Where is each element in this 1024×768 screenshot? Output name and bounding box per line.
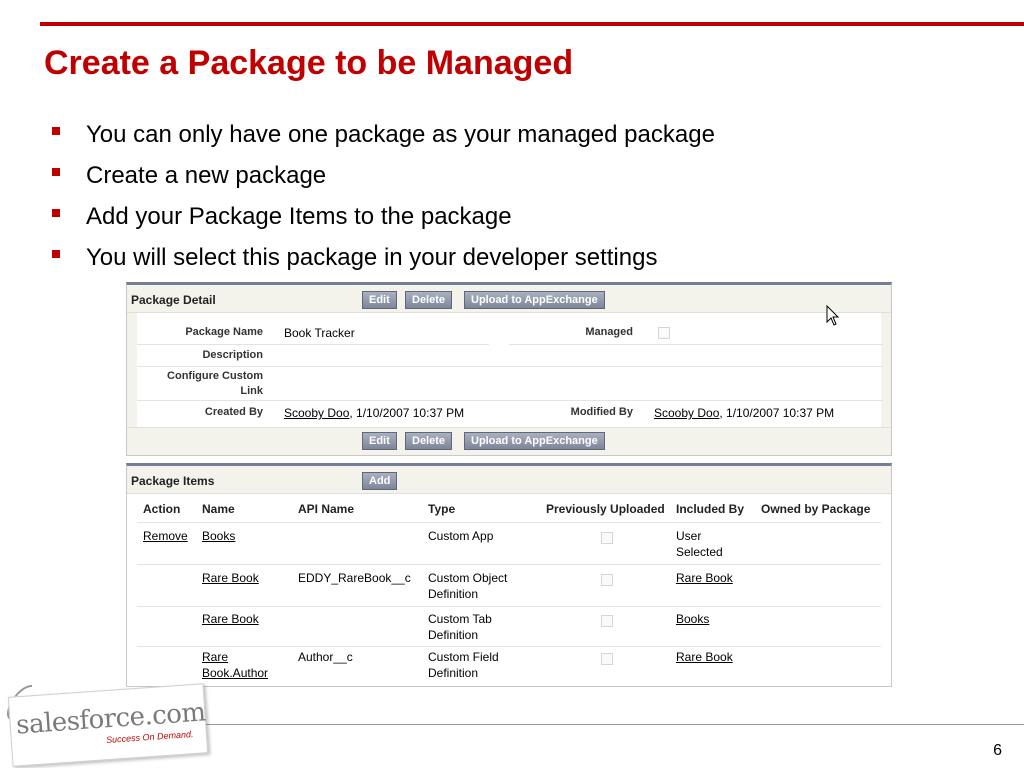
item-name-link[interactable]: Rare Book.Author <box>202 649 268 681</box>
row-divider <box>137 344 489 345</box>
item-type: Custom App <box>428 529 494 543</box>
description-label: Description <box>202 349 263 361</box>
created-by-user-link[interactable]: Scooby Doo <box>284 406 349 420</box>
upload-to-appexchange-button[interactable]: Upload to AppExchange <box>464 291 605 309</box>
previously-uploaded-checkbox <box>601 615 613 627</box>
delete-button-bottom[interactable]: Delete <box>405 432 453 450</box>
item-type: Custom Field Definition <box>428 650 499 680</box>
bullet-item: Add your Package Items to the package <box>48 196 715 237</box>
mouse-cursor-icon <box>826 305 840 326</box>
top-rule <box>40 22 1024 26</box>
item-type: Custom Object Definition <box>428 571 508 601</box>
column-header-name: Name <box>202 502 235 516</box>
previously-uploaded-checkbox <box>601 653 613 665</box>
bullet-item: You will select this package in your dev… <box>48 237 715 278</box>
managed-label: Managed <box>585 326 633 338</box>
package-detail-panel: Package Detail Edit Delete Upload to App… <box>126 282 892 456</box>
package-items-panel: Package Items Add Action Name API Name T… <box>126 463 892 687</box>
column-header-previously-uploaded: Previously Uploaded <box>546 502 665 516</box>
bullet-square-icon <box>52 250 60 258</box>
delete-button[interactable]: Delete <box>405 291 453 309</box>
included-by-link[interactable]: Rare Book <box>676 570 733 586</box>
row-divider <box>137 400 883 401</box>
package-name-value: Book Tracker <box>284 326 355 340</box>
column-header-included-by: Included By <box>676 502 745 516</box>
bullet-square-icon <box>52 209 60 217</box>
salesforce-logo: salesforce.com Success On Demand. <box>2 682 209 767</box>
package-detail-title: Package Detail <box>131 293 216 307</box>
bullet-square-icon <box>52 168 60 176</box>
edit-button-bottom[interactable]: Edit <box>362 432 397 450</box>
item-type: Custom Tab Definition <box>428 612 492 642</box>
row-divider <box>137 606 881 607</box>
configure-custom-link-label: Configure Custom Link <box>167 370 263 397</box>
previously-uploaded-checkbox <box>601 574 613 586</box>
column-header-type: Type <box>428 502 456 516</box>
column-header-api-name: API Name <box>298 502 355 516</box>
package-detail-footer: Edit Delete Upload to AppExchange <box>127 427 891 455</box>
package-detail-fields: Package Name Book Tracker Managed Descri… <box>137 313 883 427</box>
modified-by-user-link[interactable]: Scooby Doo <box>654 406 719 420</box>
created-by-value: Scooby Doo, 1/10/2007 10:37 PM <box>284 406 465 420</box>
package-detail-body: Package Name Book Tracker Managed Descri… <box>127 313 891 427</box>
bullet-item: You can only have one package as your ma… <box>48 114 715 155</box>
previously-uploaded-checkbox <box>601 532 613 544</box>
upload-to-appexchange-button-bottom[interactable]: Upload to AppExchange <box>464 432 605 450</box>
created-by-label: Created By <box>204 406 263 418</box>
remove-link[interactable]: Remove <box>143 528 188 544</box>
modified-by-value: Scooby Doo, 1/10/2007 10:37 PM <box>654 406 835 420</box>
row-divider <box>509 344 883 345</box>
item-api-name: Author__c <box>298 650 353 664</box>
row-divider <box>137 646 881 647</box>
item-included-by: User Selected <box>676 529 723 559</box>
package-detail-header: Package Detail Edit Delete Upload to App… <box>127 285 891 313</box>
package-items-title: Package Items <box>131 474 215 488</box>
page-number: 6 <box>993 742 1002 759</box>
included-by-link[interactable]: Books <box>676 611 709 627</box>
package-name-label: Package Name <box>185 326 263 338</box>
row-divider <box>137 366 883 367</box>
package-items-header: Package Items Add <box>127 466 891 494</box>
managed-checkbox <box>658 327 670 339</box>
item-api-name: EDDY_RareBook__c <box>298 571 411 585</box>
row-divider <box>137 522 881 523</box>
included-by-link[interactable]: Rare Book <box>676 649 733 665</box>
bullet-item: Create a new package <box>48 155 715 196</box>
column-header-action: Action <box>143 502 181 516</box>
footer-rule <box>180 724 1024 725</box>
bullet-list: You can only have one package as your ma… <box>48 114 715 278</box>
column-header-owned-by-package: Owned by Package <box>761 502 871 516</box>
package-items-table: Action Name API Name Type Previously Upl… <box>137 494 881 686</box>
row-divider <box>137 564 881 565</box>
edit-button[interactable]: Edit <box>362 291 397 309</box>
item-name-link[interactable]: Rare Book <box>202 611 259 627</box>
item-name-link[interactable]: Books <box>202 528 235 544</box>
item-name-link[interactable]: Rare Book <box>202 570 259 586</box>
add-button[interactable]: Add <box>362 472 398 490</box>
bullet-square-icon <box>52 127 60 135</box>
modified-by-label: Modified By <box>570 406 633 418</box>
slide-title: Create a Package to be Managed <box>44 44 574 82</box>
